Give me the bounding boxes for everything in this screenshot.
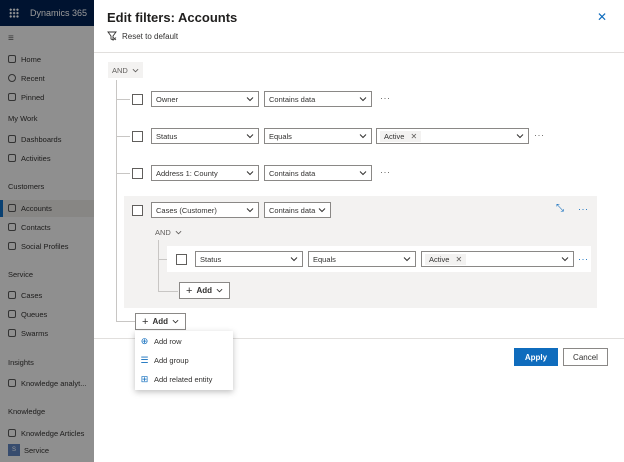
chevron-down-icon [290,257,298,262]
chevron-down-icon [172,319,179,324]
apply-button[interactable]: Apply [514,348,558,366]
chevron-down-icon [132,68,139,72]
plus-icon: + [186,284,193,297]
row-more-options-icon[interactable]: ··· [380,167,391,177]
chevron-down-icon [175,230,182,234]
field-value: Status [156,131,178,141]
field-value: Cases (Customer) [156,205,217,215]
value-tag: Active ✕ [380,131,422,142]
header-divider [94,52,624,53]
chevron-down-icon [561,257,569,262]
row-checkbox[interactable] [132,94,143,105]
menu-item-label: Add row [154,337,182,346]
chevron-down-icon [246,97,254,102]
tree-branch [158,291,178,292]
operator-select[interactable]: Contains data [264,91,372,107]
menu-item-add-related-entity[interactable]: ⊞ Add related entity [135,370,233,389]
row-checkbox[interactable] [132,168,143,179]
chevron-down-icon [318,208,326,213]
reset-label: Reset to default [122,31,179,41]
value-tag: Active ✕ [425,254,467,265]
value-select[interactable]: Active ✕ [421,251,574,267]
row-checkbox[interactable] [176,254,187,265]
add-button[interactable]: + Add [135,313,186,330]
chevron-down-icon [359,171,367,176]
field-select-owner[interactable]: Owner [151,91,259,107]
tree-branch [116,173,130,174]
tree-branch [116,99,130,100]
field-select-status[interactable]: Status [151,128,259,144]
remove-tag-icon[interactable]: ✕ [455,255,462,264]
chevron-down-icon [359,134,367,139]
row-checkbox[interactable] [132,131,143,142]
inner-and-operator[interactable]: AND [155,225,182,239]
operator-value: Contains data [269,168,316,178]
operator-label: AND [112,65,128,75]
operator-value: Equals [269,131,292,141]
collapse-icon[interactable]: ⤡ [556,203,564,214]
filter-reset-icon [107,31,117,41]
chevron-down-icon [359,97,367,102]
chevron-down-icon [246,208,254,213]
operator-select[interactable]: Equals [264,128,372,144]
row-more-options-icon[interactable]: ··· [578,254,589,264]
plus-icon: + [142,315,149,328]
menu-item-label: Add group [154,356,189,365]
row-more-options-icon[interactable]: ··· [534,130,545,140]
chevron-down-icon [216,288,223,293]
tree-branch [116,321,135,322]
row-more-options-icon[interactable]: ··· [380,93,391,103]
close-icon[interactable]: ✕ [597,11,609,23]
operator-select[interactable]: Equals [308,251,416,267]
menu-item-add-group[interactable]: ☰ Add group [135,351,233,370]
field-value: Address 1: County [156,168,218,178]
operator-label: AND [155,227,171,237]
operator-value: Contains data [269,94,316,104]
menu-item-add-row[interactable]: ⊕ Add row [135,332,233,351]
cancel-button[interactable]: Cancel [563,348,608,366]
tree-branch [116,136,130,137]
operator-value: Contains data [269,205,316,215]
field-value: Owner [156,94,179,104]
operator-value: Equals [313,254,336,264]
remove-tag-icon[interactable]: ✕ [410,132,417,141]
chevron-down-icon [403,257,411,262]
chevron-down-icon [516,134,524,139]
related-entity-select[interactable]: Cases (Customer) [151,202,259,218]
add-menu: ⊕ Add row ☰ Add group ⊞ Add related enti… [135,331,233,390]
reset-to-default-button[interactable]: Reset to default [107,31,178,41]
group-operator-select[interactable]: Contains data [264,202,331,218]
tag-label: Active [384,132,405,141]
root-and-operator[interactable]: AND [108,62,143,78]
field-select-status[interactable]: Status [195,251,303,267]
related-entity-icon: ⊞ [140,374,149,384]
add-row-icon: ⊕ [140,336,149,346]
group-add-button[interactable]: + Add [179,282,230,299]
menu-item-label: Add related entity [154,375,213,384]
value-select[interactable]: Active ✕ [376,128,529,144]
add-label: Add [152,317,168,326]
group-checkbox[interactable] [132,205,143,216]
root-tree-line [116,80,117,322]
field-select-address-county[interactable]: Address 1: County [151,165,259,181]
add-group-icon: ☰ [140,355,149,365]
field-value: Status [200,254,222,264]
panel-title: Edit filters: Accounts [107,10,238,25]
group-more-options-icon[interactable]: ··· [578,204,589,214]
chevron-down-icon [246,171,254,176]
inner-tree-line [158,240,159,292]
chevron-down-icon [246,134,254,139]
operator-select[interactable]: Contains data [264,165,372,181]
add-label: Add [196,286,212,295]
tag-label: Active [429,255,450,264]
